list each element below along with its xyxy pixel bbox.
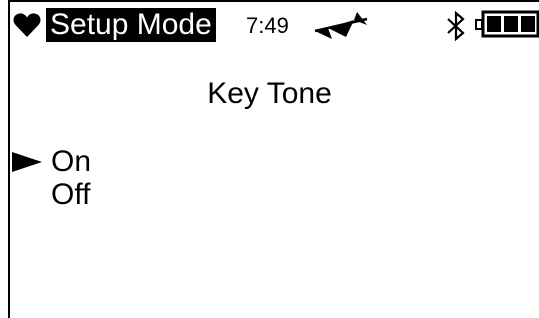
pointer-arrow-icon bbox=[12, 152, 42, 172]
option-list: On Off bbox=[12, 145, 212, 211]
mode-title: Setup Mode bbox=[46, 8, 216, 42]
battery-icon bbox=[475, 10, 539, 38]
page-title: Key Tone bbox=[207, 77, 332, 110]
option-off[interactable]: Off bbox=[12, 178, 212, 211]
heart-icon bbox=[13, 13, 41, 37]
clock-time: 7:49 bbox=[246, 13, 289, 38]
screen-left-border bbox=[8, 0, 10, 318]
option-label: Off bbox=[51, 178, 91, 211]
device-screen: Setup Mode 7:49 Key Tone On Off bbox=[0, 0, 539, 318]
bluetooth-icon bbox=[447, 10, 465, 42]
option-label: On bbox=[51, 145, 92, 178]
screen-top-border bbox=[8, 0, 539, 2]
option-on[interactable]: On bbox=[12, 145, 212, 178]
signal-icon bbox=[314, 12, 368, 39]
